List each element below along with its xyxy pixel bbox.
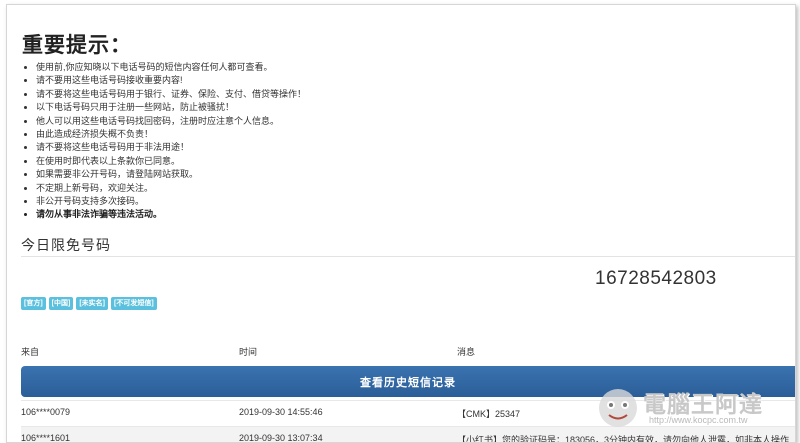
phone-number[interactable]: 16728542803: [595, 268, 717, 290]
column-header-message: 消息: [457, 347, 476, 357]
tag-group: [官方] [中国] [未实名] [不可发短信]: [21, 297, 157, 310]
tag-unverified: [未实名]: [76, 297, 109, 310]
notice-item: 请不要将这些电话号码用于非法用途！: [36, 141, 306, 154]
notice-item: 请不要将这些电话号码用于银行、证券、保险、支付、借贷等操作！: [36, 88, 306, 101]
table-header: 来自 时间 消息: [21, 345, 795, 361]
notice-item: 如果需要非公开号码，请登陆网站获取。: [36, 168, 306, 181]
notice-item: 使用前,你应知晓以下电话号码的短信内容任何人都可查看。: [36, 61, 306, 74]
notice-item: 不定期上新号码，欢迎关注。: [36, 182, 306, 195]
notice-item: 非公开号码支持多次接码。: [36, 195, 306, 208]
tag-china: [中国]: [48, 297, 74, 310]
divider: [21, 256, 795, 257]
table-row: 106****1601 2019-09-30 13:07:34 【小红书】您的验…: [21, 426, 795, 443]
tag-official: [官方]: [21, 297, 46, 310]
row-from: 106****0079: [21, 407, 71, 417]
tag-cannot-send-sms: [不可发短信]: [111, 297, 157, 310]
notice-item: 以下电话号码只用于注册一些网站，防止被骚扰！: [36, 101, 306, 114]
row-time: 2019-09-30 14:55:46: [239, 407, 323, 417]
row-message: 【CMK】25347: [457, 409, 521, 419]
notice-title: 重要提示：: [22, 34, 132, 57]
view-history-button[interactable]: 查看历史短信记录: [21, 366, 795, 397]
notice-item: 请不要用这些电话号码接收重要内容!: [36, 74, 306, 87]
notice-list: 使用前,你应知晓以下电话号码的短信内容任何人都可查看。 请不要用这些电话号码接收…: [21, 61, 306, 222]
notice-item: 他人可以用这些电话号码找回密码，注册时应注意个人信息。: [36, 115, 306, 128]
notice-item: 由此造成经济损失概不负责！: [36, 128, 306, 141]
column-header-time: 时间: [239, 347, 258, 357]
row-message: 【小红书】您的验证码是：183056，3分钟内有效，请勿向他人泄露，如非本人操作: [457, 435, 790, 443]
table-row: 106****0079 2019-09-30 14:55:46 【CMK】253…: [21, 400, 795, 423]
row-time: 2019-09-30 13:07:34: [239, 433, 323, 443]
notice-item: 请勿从事非法诈骗等违法活动。: [36, 208, 306, 221]
page-frame: 重要提示： 使用前,你应知晓以下电话号码的短信内容任何人都可查看。 请不要用这些…: [6, 4, 796, 443]
column-header-from: 来自: [21, 347, 40, 357]
row-from: 106****1601: [21, 433, 71, 443]
free-numbers-title: 今日限免号码: [21, 237, 111, 253]
notice-item: 在使用时即代表以上条款你已同意。: [36, 155, 306, 168]
